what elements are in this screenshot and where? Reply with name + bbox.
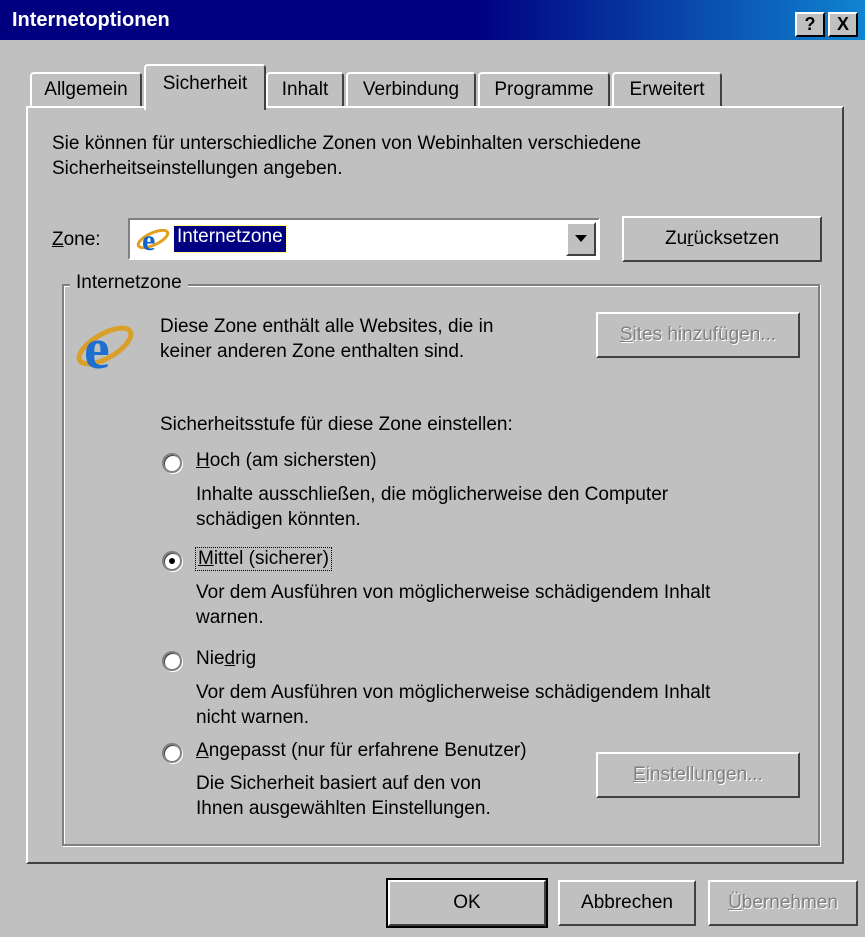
svg-text:e: e (84, 316, 110, 378)
settings-rest: instellungen... (645, 764, 763, 785)
tab-erweitert[interactable]: Erweitert (612, 72, 722, 106)
intro-line-1: Sie können für unterschiedliche Zonen vo… (52, 133, 642, 154)
security-level-label: Sicherheitsstufe für diese Zone einstell… (160, 414, 513, 435)
add-sites-button[interactable]: Sites hinzufügen... (596, 312, 800, 358)
svg-text:e: e (142, 224, 155, 254)
add-sites-rest: ites hinzufügen... (632, 324, 777, 345)
radio-niedrig[interactable] (162, 651, 182, 671)
level-hoch-desc-1: Inhalte ausschließen, die möglicherweise… (196, 484, 669, 505)
zone-label: Zone: (52, 229, 101, 251)
help-button[interactable]: ? (795, 12, 825, 37)
add-sites-accel: S (619, 324, 633, 345)
tab-inhalt[interactable]: Inhalt (266, 72, 344, 106)
level-angepasst-rest: ngepasst (nur für erfahrene Benutzer) (208, 740, 527, 761)
level-niedrig-desc-1: Vor dem Ausführen von möglicherweise sch… (196, 682, 711, 703)
level-hoch-accel: H (196, 450, 210, 471)
radio-hoch[interactable] (162, 453, 182, 473)
settings-accel: E (633, 764, 646, 785)
settings-button[interactable]: Einstellungen... (596, 752, 800, 798)
level-mittel-desc-2: warnen. (196, 607, 264, 628)
level-niedrig-rest: rig (235, 648, 257, 669)
reset-post: ücksetzen (693, 228, 780, 249)
zone-label-accel: Z (52, 229, 64, 250)
level-hoch-desc-2: schädigen könnten. (196, 509, 361, 530)
group-desc-line-1: Diese Zone enthält alle Websites, die in (160, 316, 494, 337)
close-button[interactable]: X (828, 12, 858, 37)
zone-select-value: Internetzone (173, 225, 287, 253)
level-niedrig-pre: Nie (196, 648, 225, 669)
level-angepasst-accel: A (196, 740, 209, 761)
level-mittel-rest: ittel (sicherer) (213, 548, 329, 569)
ie-logo-icon: e (136, 224, 170, 257)
level-hoch-rest: och (am sichersten) (209, 450, 377, 471)
zone-label-rest: one: (63, 229, 101, 250)
radio-selected-dot (169, 558, 175, 564)
level-mittel-accel: M (198, 548, 214, 569)
group-legend: Internetzone (70, 272, 188, 294)
level-niedrig-label[interactable]: Niedrig (196, 648, 256, 670)
level-hoch-label[interactable]: Hoch (am sichersten) (196, 450, 377, 472)
level-mittel-label[interactable]: Mittel (sicherer) (195, 547, 332, 571)
dropdown-arrow-icon[interactable] (566, 222, 596, 256)
reset-pre: Zu (664, 228, 688, 249)
level-mittel-desc-1: Vor dem Ausführen von möglicherweise sch… (196, 582, 711, 603)
apply-rest: bernehmen (741, 892, 838, 913)
reset-button[interactable]: Zu r ücksetzen (622, 216, 822, 262)
window-title: Internetoptionen (12, 9, 170, 31)
level-angepasst-label[interactable]: Angepasst (nur für erfahrene Benutzer) (196, 740, 527, 762)
zone-select[interactable]: e Internetzone (128, 218, 600, 260)
intro-line-2: Sicherheitseinstellungen angeben. (52, 158, 343, 179)
apply-accel: Ü (728, 892, 742, 913)
level-angepasst-desc-1: Die Sicherheit basiert auf den von (196, 773, 482, 794)
ie-logo-icon: e (74, 316, 136, 381)
level-niedrig-desc-2: nicht warnen. (196, 707, 310, 728)
tab-verbindung[interactable]: Verbindung (346, 72, 476, 106)
apply-button[interactable]: Übernehmen (708, 880, 858, 926)
level-niedrig-accel: d (224, 648, 236, 669)
radio-mittel[interactable] (162, 551, 182, 571)
group-desc-line-2: keiner anderen Zone enthalten sind. (160, 341, 465, 362)
level-angepasst-desc-2: Ihnen ausgewählten Einstellungen. (196, 798, 491, 819)
tab-allgemein[interactable]: Allgemein (30, 72, 142, 106)
tab-programme[interactable]: Programme (478, 72, 610, 106)
radio-angepasst[interactable] (162, 743, 182, 763)
cancel-button[interactable]: Abbrechen (558, 880, 696, 926)
ok-button[interactable]: OK (386, 878, 548, 928)
active-tab-joint (146, 104, 264, 110)
